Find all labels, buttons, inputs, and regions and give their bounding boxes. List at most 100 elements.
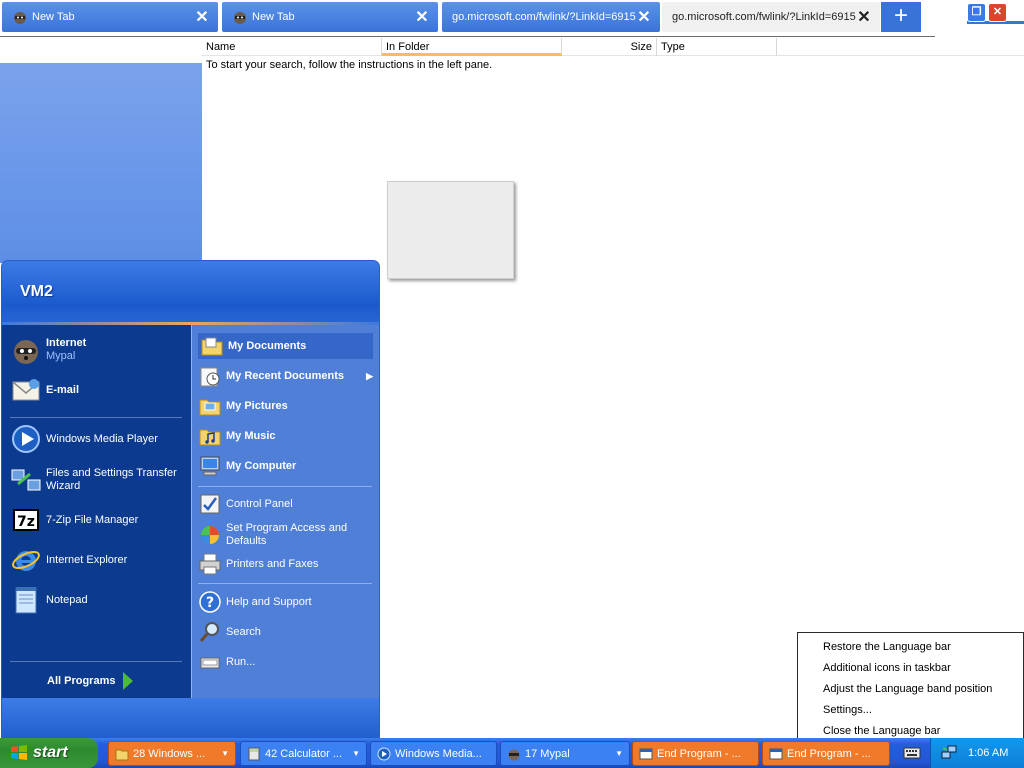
- mypal-raccoon-icon: [234, 12, 246, 24]
- 7zip-icon: 7z: [13, 509, 39, 531]
- results-column-header: Name In Folder Size Type: [202, 38, 1024, 56]
- place-label: My Recent Documents: [226, 370, 344, 382]
- recent-transfer-wizard[interactable]: Files and Settings Transfer Wizard: [10, 464, 186, 496]
- pinned-internet[interactable]: Internet Mypal: [10, 334, 86, 366]
- help-label: Help and Support: [226, 596, 312, 608]
- help-and-support[interactable]: ? Help and Support: [198, 590, 373, 614]
- place-my-music[interactable]: My Music: [198, 424, 373, 448]
- menu-item-settings[interactable]: Settings...: [823, 704, 872, 716]
- system-control-panel[interactable]: Control Panel: [198, 492, 373, 516]
- folder-music-icon: [199, 429, 221, 446]
- dropdown-arrow-icon: ▼: [352, 749, 360, 758]
- tab-title: go.microsoft.com/fwlink/?LinkId=6915: [452, 11, 636, 23]
- recent-notepad[interactable]: Notepad: [10, 584, 88, 616]
- run-icon: [200, 657, 220, 669]
- svg-text:7z: 7z: [17, 514, 35, 530]
- help-icon: ?: [199, 591, 221, 613]
- taskbar-group-mypal[interactable]: 17 Mypal ▼: [500, 741, 630, 766]
- pinned-email[interactable]: E-mail: [10, 374, 79, 406]
- calculator-icon: [248, 747, 260, 760]
- task-label: 28 Windows ...: [133, 747, 206, 760]
- close-tab-icon[interactable]: ✕: [856, 7, 872, 27]
- browser-tab-3[interactable]: go.microsoft.com/fwlink/?LinkId=6915 ✕: [442, 2, 660, 32]
- recent-internet-explorer[interactable]: Internet Explorer: [10, 544, 127, 576]
- dropdown-arrow-icon: ▼: [615, 749, 623, 758]
- start-menu: VM2 Internet Mypal E-mail Windows Media P…: [1, 260, 380, 740]
- place-my-recent-documents[interactable]: My Recent Documents ▶: [198, 364, 373, 388]
- taskbar-end-program-2[interactable]: End Program - ...: [762, 741, 890, 766]
- system-label: Printers and Faxes: [226, 558, 319, 570]
- transfer-wizard-icon: [11, 469, 41, 491]
- close-tab-icon[interactable]: ✕: [414, 7, 430, 27]
- start-menu-header: VM2: [2, 261, 379, 324]
- system-label: Set Program Access and Defaults: [226, 522, 348, 547]
- all-programs-button[interactable]: All Programs: [47, 672, 134, 690]
- window-controls: ❐ ✕: [967, 3, 1007, 25]
- start-label: start: [33, 744, 68, 761]
- place-my-documents[interactable]: My Documents: [198, 333, 373, 359]
- place-label: My Music: [226, 430, 276, 442]
- folder-icon: [115, 749, 129, 760]
- task-label: End Program - ...: [787, 747, 871, 760]
- windows-media-player-icon: [12, 425, 40, 453]
- menu-item-close-language-bar[interactable]: Close the Language bar: [823, 725, 940, 737]
- recent-label: Files and Settings Transfer Wizard: [46, 467, 177, 492]
- taskbar-end-program-1[interactable]: End Program - ...: [632, 741, 759, 766]
- window-icon: [769, 748, 783, 759]
- recent-label: Internet Explorer: [46, 553, 128, 566]
- recent-7zip[interactable]: 7z 7-Zip File Manager: [10, 504, 138, 536]
- svg-text:?: ?: [206, 595, 214, 611]
- taskbar-group-calculator[interactable]: 42 Calculator ... ▼: [240, 741, 367, 766]
- tab-title: go.microsoft.com/fwlink/?LinkId=6915: [672, 11, 856, 23]
- system-label: Control Panel: [226, 498, 293, 510]
- restore-window-icon[interactable]: ❐: [967, 3, 986, 22]
- menu-item-adjust-band-position[interactable]: Adjust the Language band position: [823, 683, 992, 695]
- window-icon: [639, 748, 653, 759]
- menu-item-additional-icons[interactable]: Additional icons in taskbar: [823, 662, 951, 674]
- recent-label: Notepad: [46, 593, 88, 606]
- start-button[interactable]: start: [0, 738, 98, 768]
- keyboard-icon[interactable]: [903, 744, 921, 760]
- close-tab-icon[interactable]: ✕: [194, 7, 210, 27]
- tab-title: New Tab: [252, 11, 295, 23]
- place-label: My Computer: [226, 460, 297, 472]
- submenu-arrow-icon: ▶: [366, 370, 373, 381]
- taskbar-group-windows[interactable]: 28 Windows ... ▼: [108, 741, 236, 766]
- browser-tab-2[interactable]: New Tab ✕: [222, 2, 438, 32]
- column-in-folder[interactable]: In Folder: [382, 38, 562, 56]
- menu-separator: [10, 417, 182, 418]
- place-my-computer[interactable]: My Computer: [198, 454, 373, 478]
- network-tray-icon[interactable]: [941, 744, 957, 760]
- search-companion-pane: [0, 63, 202, 263]
- run-item[interactable]: Run...: [198, 650, 373, 674]
- system-printers-faxes[interactable]: Printers and Faxes: [198, 552, 373, 576]
- search-item[interactable]: Search: [198, 620, 373, 644]
- all-programs-label: All Programs: [47, 675, 116, 687]
- recent-documents-icon: [200, 367, 220, 387]
- column-size[interactable]: Size: [562, 38, 657, 56]
- results-message: To start your search, follow the instruc…: [206, 59, 493, 71]
- column-name[interactable]: Name: [202, 38, 382, 56]
- printer-icon: [199, 553, 221, 575]
- task-label: 42 Calculator ...: [265, 747, 343, 760]
- help-label: Search: [226, 626, 261, 638]
- tab-title: New Tab: [32, 11, 75, 23]
- system-tray: 1:06 AM: [930, 738, 1024, 768]
- folder-pictures-icon: [199, 399, 221, 416]
- start-menu-footer: [2, 698, 379, 739]
- close-window-icon[interactable]: ✕: [988, 3, 1007, 22]
- browser-tab-1[interactable]: New Tab ✕: [2, 2, 218, 32]
- menu-separator: [198, 583, 372, 584]
- place-my-pictures[interactable]: My Pictures: [198, 394, 373, 418]
- windows-flag-icon: [11, 745, 27, 760]
- new-tab-button[interactable]: +: [881, 2, 921, 32]
- menu-item-restore-language-bar[interactable]: Restore the Language bar: [823, 641, 951, 653]
- close-tab-icon[interactable]: ✕: [636, 7, 652, 27]
- recent-windows-media-player[interactable]: Windows Media Player: [10, 423, 158, 455]
- internet-explorer-icon: [12, 550, 40, 571]
- column-type[interactable]: Type: [657, 38, 777, 56]
- system-program-access[interactable]: Set Program Access and Defaults: [198, 522, 373, 548]
- browser-tab-4-active[interactable]: go.microsoft.com/fwlink/?LinkId=6915 ✕: [662, 2, 880, 32]
- taskbar-windows-media-player[interactable]: Windows Media...: [370, 741, 497, 766]
- clock[interactable]: 1:06 AM: [968, 747, 1008, 759]
